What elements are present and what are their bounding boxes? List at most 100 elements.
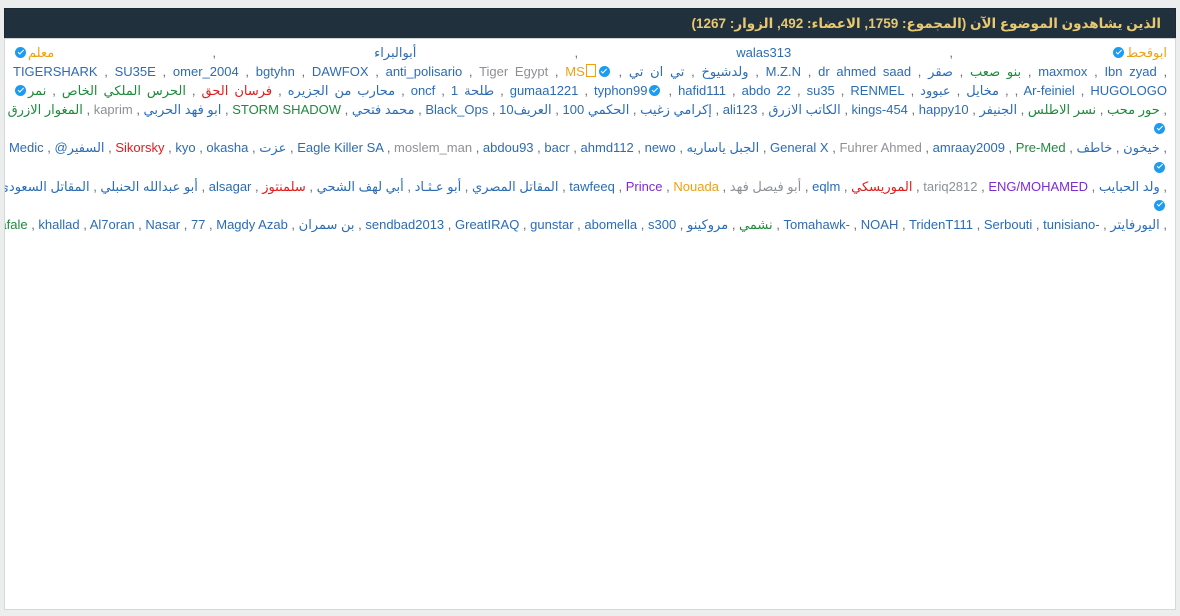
viewer-link[interactable]: amraay2009 (933, 140, 1005, 155)
viewer-link[interactable]: sendbad2013 (365, 217, 444, 232)
viewer-link[interactable]: اليورفايتر (1110, 217, 1159, 232)
viewer-link[interactable]: ENG/MOHAMED (988, 179, 1088, 194)
viewer-link[interactable]: نمر (28, 83, 46, 98)
viewer-link[interactable]: abomella (584, 217, 637, 232)
viewer-link[interactable]: typhon99 (594, 83, 648, 98)
viewer-link[interactable]: TridenT111 (909, 217, 973, 232)
viewer-link[interactable]: الحكمي 100 (563, 102, 630, 117)
viewer-link[interactable]: Eagle Killer SA (297, 140, 383, 155)
viewer-link[interactable]: oncf (411, 83, 436, 98)
viewer-link[interactable]: محارب من الجزيره (288, 83, 395, 98)
viewer-link[interactable]: الكاتب الازرق (768, 102, 840, 117)
viewer-link[interactable]: RENMEL (850, 83, 904, 98)
viewer-link[interactable]: ahmd112 (581, 140, 634, 155)
viewer-link[interactable]: anti_polisario (386, 64, 463, 79)
viewer-link[interactable]: أبو عبدالله الحنبلي (100, 179, 197, 194)
viewer-link[interactable]: tunisiano (1043, 217, 1095, 232)
viewer-link[interactable]: صقر (928, 64, 953, 79)
viewer-link[interactable]: su35 (807, 83, 835, 98)
viewer-link[interactable]: المغوار الازرق (8, 102, 83, 117)
viewer-link[interactable]: bacr (544, 140, 569, 155)
viewer-link[interactable]: أبوالبراء (374, 45, 416, 60)
viewer-link[interactable]: Fuhrer Ahmed (839, 140, 921, 155)
viewer-link[interactable]: فرسان الحق (202, 83, 273, 98)
viewer-link[interactable]: أبو عـثـاد (415, 179, 462, 194)
viewer-link[interactable]: happy10 (919, 102, 969, 117)
viewer-link[interactable]: خيخون (1123, 140, 1160, 155)
viewer-link[interactable]: الحرس الملكي الخاص (62, 83, 186, 98)
viewer-link[interactable]: Pre-Med (1016, 140, 1066, 155)
viewer-link[interactable]: s300 (648, 217, 676, 232)
viewer-link[interactable]: gunstar (530, 217, 573, 232)
viewer-link[interactable]: العريف10 (499, 102, 552, 117)
viewer-link[interactable]: NOAH (861, 217, 899, 232)
viewer-link[interactable]: tawfeeq (569, 179, 615, 194)
viewer-link[interactable]: Nouada (673, 179, 719, 194)
viewer-link[interactable]: ولدشيوخ (702, 64, 749, 79)
viewer-link[interactable]: الموريسكي (851, 179, 912, 194)
viewer-link[interactable]: M.Z.N (766, 64, 801, 79)
viewer-link[interactable]: TIGERSHARK (13, 64, 98, 79)
viewer-link[interactable]: maxmox (1038, 64, 1087, 79)
viewer-link[interactable]: abdou93 (483, 140, 534, 155)
viewer-link[interactable]: بنو صعب (970, 64, 1021, 79)
viewer-link[interactable]: السفير@ (54, 140, 104, 155)
viewer-link[interactable]: Black_Ops (425, 102, 488, 117)
viewer-link[interactable]: ولد الحبايب (1099, 179, 1160, 194)
viewer-link[interactable]: Ar-feiniel (1024, 83, 1075, 98)
viewer-link[interactable]: moslem_man (394, 140, 472, 155)
viewer-link[interactable]: MS (565, 64, 585, 79)
viewer-link[interactable]: SU35E (115, 64, 156, 79)
viewer-link[interactable]: Al7oran (90, 217, 135, 232)
viewer-link[interactable]: المقاتل السعودي (5, 179, 90, 194)
viewer-link[interactable]: سلمنتوز (262, 179, 306, 194)
viewer-link[interactable]: kings-454 (852, 102, 908, 117)
viewer-link[interactable]: khallad (38, 217, 79, 232)
viewer-link[interactable]: Magdy Azab (216, 217, 288, 232)
viewer-link[interactable]: hafid111 (678, 83, 726, 98)
viewer-link[interactable]: newo (645, 140, 676, 155)
viewer-link[interactable]: المقاتل المصري (472, 179, 558, 194)
viewer-link[interactable]: محمد فتحي (352, 102, 415, 117)
viewer-link[interactable]: tariq2812 (923, 179, 977, 194)
viewer-link[interactable]: مخايل (966, 83, 999, 98)
viewer-link[interactable]: بن سمران (299, 217, 355, 232)
viewer-link[interactable]: Ibn zyad (1104, 64, 1156, 79)
viewer-link[interactable]: alsagar (209, 179, 252, 194)
viewer-link[interactable]: Prince (626, 179, 663, 194)
viewer-link[interactable]: ali123 (723, 102, 758, 117)
viewer-link[interactable]: General X (770, 140, 829, 155)
viewer-link[interactable]: Sikorsky (115, 140, 164, 155)
viewer-link[interactable]: Nasar (145, 217, 180, 232)
viewer-link[interactable]: تي ان تي (629, 64, 685, 79)
viewer-link[interactable]: عزت (259, 140, 286, 155)
viewer-link[interactable]: حور محب (1107, 102, 1160, 117)
viewer-link[interactable]: Medic (9, 140, 44, 155)
viewer-link[interactable]: طلحة 1 (451, 83, 494, 98)
viewer-link[interactable]: gumaa1221 (510, 83, 579, 98)
viewer-link[interactable]: 77 (191, 217, 205, 232)
viewer-link[interactable]: omer_2004 (173, 64, 239, 79)
viewer-link[interactable]: الجنيفر (980, 102, 1018, 117)
viewer-link[interactable]: Egyptian Rafale (5, 217, 28, 232)
viewer-link[interactable]: أبي لهف الشحي (317, 179, 404, 194)
viewer-link[interactable]: walas313 (736, 45, 791, 60)
viewer-link[interactable]: abdo 22 (742, 83, 791, 98)
viewer-link[interactable]: أبو فيصل فهد (730, 179, 801, 194)
viewer-link[interactable]: مروكينو (687, 217, 728, 232)
viewer-link[interactable]: Serbouti (984, 217, 1032, 232)
viewer-link[interactable]: الجبل ياساريه (687, 140, 760, 155)
viewer-link[interactable]: خاطف (1076, 140, 1112, 155)
viewer-link[interactable]: HUGOLOGO (1090, 83, 1167, 98)
viewer-link[interactable]: GreatIRAQ (455, 217, 519, 232)
viewer-link[interactable]: Tiger Egypt (479, 64, 548, 79)
viewer-link[interactable]: عبوود (920, 83, 950, 98)
viewer-link[interactable]: STORM SHADOW (232, 102, 341, 117)
viewer-link[interactable]: DAWFOX (312, 64, 369, 79)
viewer-link[interactable]: معلم (28, 45, 54, 60)
viewer-link[interactable]: نشمي (739, 217, 773, 232)
viewer-link[interactable]: okasha (206, 140, 248, 155)
viewer-link[interactable]: eqlm (812, 179, 840, 194)
viewer-link[interactable]: ابوقحط (1126, 45, 1167, 60)
viewer-link[interactable]: kaprim (94, 102, 133, 117)
